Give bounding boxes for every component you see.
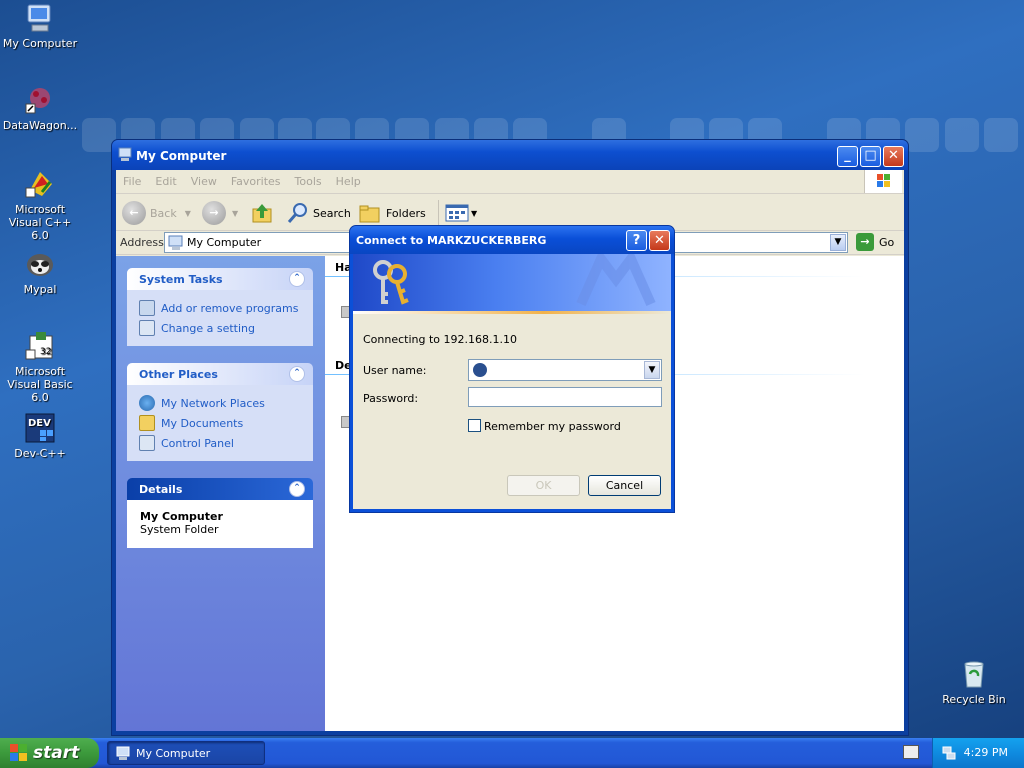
password-field[interactable] [468,387,662,407]
panel-header[interactable]: Other Places ⌃ [127,363,313,385]
svg-text:DEV: DEV [28,418,51,429]
menu-view[interactable]: View [184,170,224,193]
change-setting-link[interactable]: Change a setting [139,318,301,338]
taskbar: start My Computer 4:29 PM [0,738,1024,768]
panel-header[interactable]: Details ⌃ [127,478,313,500]
start-button[interactable]: start [0,738,99,768]
keys-icon [373,260,409,305]
control-panel-link[interactable]: Control Panel [139,433,301,453]
up-button[interactable] [250,200,274,226]
window-titlebar[interactable]: My Computer _ □ ✕ [112,140,908,170]
search-button[interactable]: Search [286,200,351,226]
back-button[interactable]: ← Back ▼ [122,200,191,226]
window-title: My Computer [136,149,227,163]
add-remove-programs-link[interactable]: Add or remove programs [139,298,301,318]
views-icon [445,204,469,222]
remember-password-label[interactable]: Remember my password [484,420,621,433]
menu-help[interactable]: Help [329,170,368,193]
folders-icon [359,205,380,223]
taskbar-button-my-computer[interactable]: My Computer [107,741,265,765]
keyboard-icon[interactable] [903,745,919,759]
collapse-chevron-icon[interactable]: ⌃ [289,271,305,287]
back-arrow-icon: ← [122,201,146,225]
datawagon-icon [24,84,56,116]
views-button[interactable]: ▼ [438,200,477,226]
collapse-chevron-icon[interactable]: ⌃ [289,481,305,497]
forward-button[interactable]: → ▼ [202,200,238,226]
desktop-icon-dev-cpp[interactable]: DEV Dev-C++ [0,412,80,460]
chevron-down-icon[interactable]: ▼ [644,361,660,379]
globe-icon [139,395,155,411]
network-icon[interactable] [941,745,957,761]
connect-dialog: Connect to MARKZUCKERBERG ? ✕ Connecting… [349,225,675,513]
visual-basic-icon: 32 [24,330,56,362]
menu-bar: File Edit View Favorites Tools Help [116,170,904,194]
system-tray: 4:29 PM [932,738,1024,768]
help-button[interactable]: ? [626,230,647,251]
computer-icon [168,235,183,250]
collapse-chevron-icon[interactable]: ⌃ [289,366,305,382]
my-documents-link[interactable]: My Documents [139,413,301,433]
folder-up-icon [252,204,272,223]
folders-button[interactable]: Folders [358,200,426,226]
computer-icon [116,746,130,760]
clock[interactable]: 4:29 PM [964,746,1008,759]
folder-icon [139,415,155,431]
close-button[interactable]: ✕ [883,146,904,167]
connecting-text: Connecting to 192.168.1.10 [363,333,518,346]
address-label: Address [120,236,164,249]
banner-watermark-icon [576,254,656,307]
user-icon [473,363,487,377]
add-remove-programs-icon [139,300,155,316]
dialog-banner [353,254,671,314]
cancel-button[interactable]: Cancel [588,475,661,496]
desktop-icon-recycle-bin[interactable]: Recycle Bin [934,658,1014,706]
computer-icon [24,2,56,34]
panel-header[interactable]: System Tasks ⌃ [127,268,313,290]
details-panel: Details ⌃ My Computer System Folder [127,478,313,548]
desktop-icon-visual-cpp[interactable]: Microsoft Visual C++ 6.0 [0,168,80,242]
desktop-icon-mypal[interactable]: Mypal [0,248,80,296]
recycle-bin-icon [958,658,990,690]
desktop-icon-my-computer[interactable]: My Computer [0,2,80,50]
forward-arrow-icon: → [202,201,226,225]
visual-cpp-icon [24,168,56,200]
dialog-title: Connect to MARKZUCKERBERG [356,234,547,247]
password-label: Password: [363,392,419,405]
minimize-button[interactable]: _ [837,146,858,167]
go-button[interactable]: → Go [856,233,894,251]
raccoon-icon [24,248,56,280]
windows-logo-icon [864,170,902,193]
computer-icon [118,147,132,161]
dev-cpp-icon: DEV [24,412,56,444]
my-network-places-link[interactable]: My Network Places [139,393,301,413]
desktop-icon-datawagon[interactable]: DataWagon... [0,84,80,132]
menu-edit[interactable]: Edit [148,170,183,193]
username-combobox[interactable]: ▼ [468,359,662,381]
menu-favorites[interactable]: Favorites [224,170,288,193]
menu-tools[interactable]: Tools [288,170,329,193]
username-label: User name: [363,364,427,377]
dialog-titlebar[interactable]: Connect to MARKZUCKERBERG ? ✕ [350,226,674,254]
go-arrow-icon: → [856,233,874,251]
windows-flag-icon [10,744,28,762]
task-pane: System Tasks ⌃ Add or remove programs Ch… [116,256,325,731]
desktop-icon-visual-basic[interactable]: 32 Microsoft Visual Basic 6.0 [0,330,80,404]
maximize-button[interactable]: □ [860,146,881,167]
control-panel-icon [139,435,155,451]
ok-button[interactable]: OK [507,475,580,496]
system-tasks-panel: System Tasks ⌃ Add or remove programs Ch… [127,268,313,346]
remember-password-checkbox[interactable] [468,419,481,432]
control-panel-icon [139,320,155,336]
svg-text:32: 32 [40,347,51,357]
search-icon [287,203,307,223]
details-name: My Computer [140,510,223,523]
details-desc: System Folder [140,523,219,536]
menu-file[interactable]: File [116,170,148,193]
address-dropdown-button[interactable]: ▼ [830,234,846,251]
other-places-panel: Other Places ⌃ My Network Places My Docu… [127,363,313,461]
close-button[interactable]: ✕ [649,230,670,251]
